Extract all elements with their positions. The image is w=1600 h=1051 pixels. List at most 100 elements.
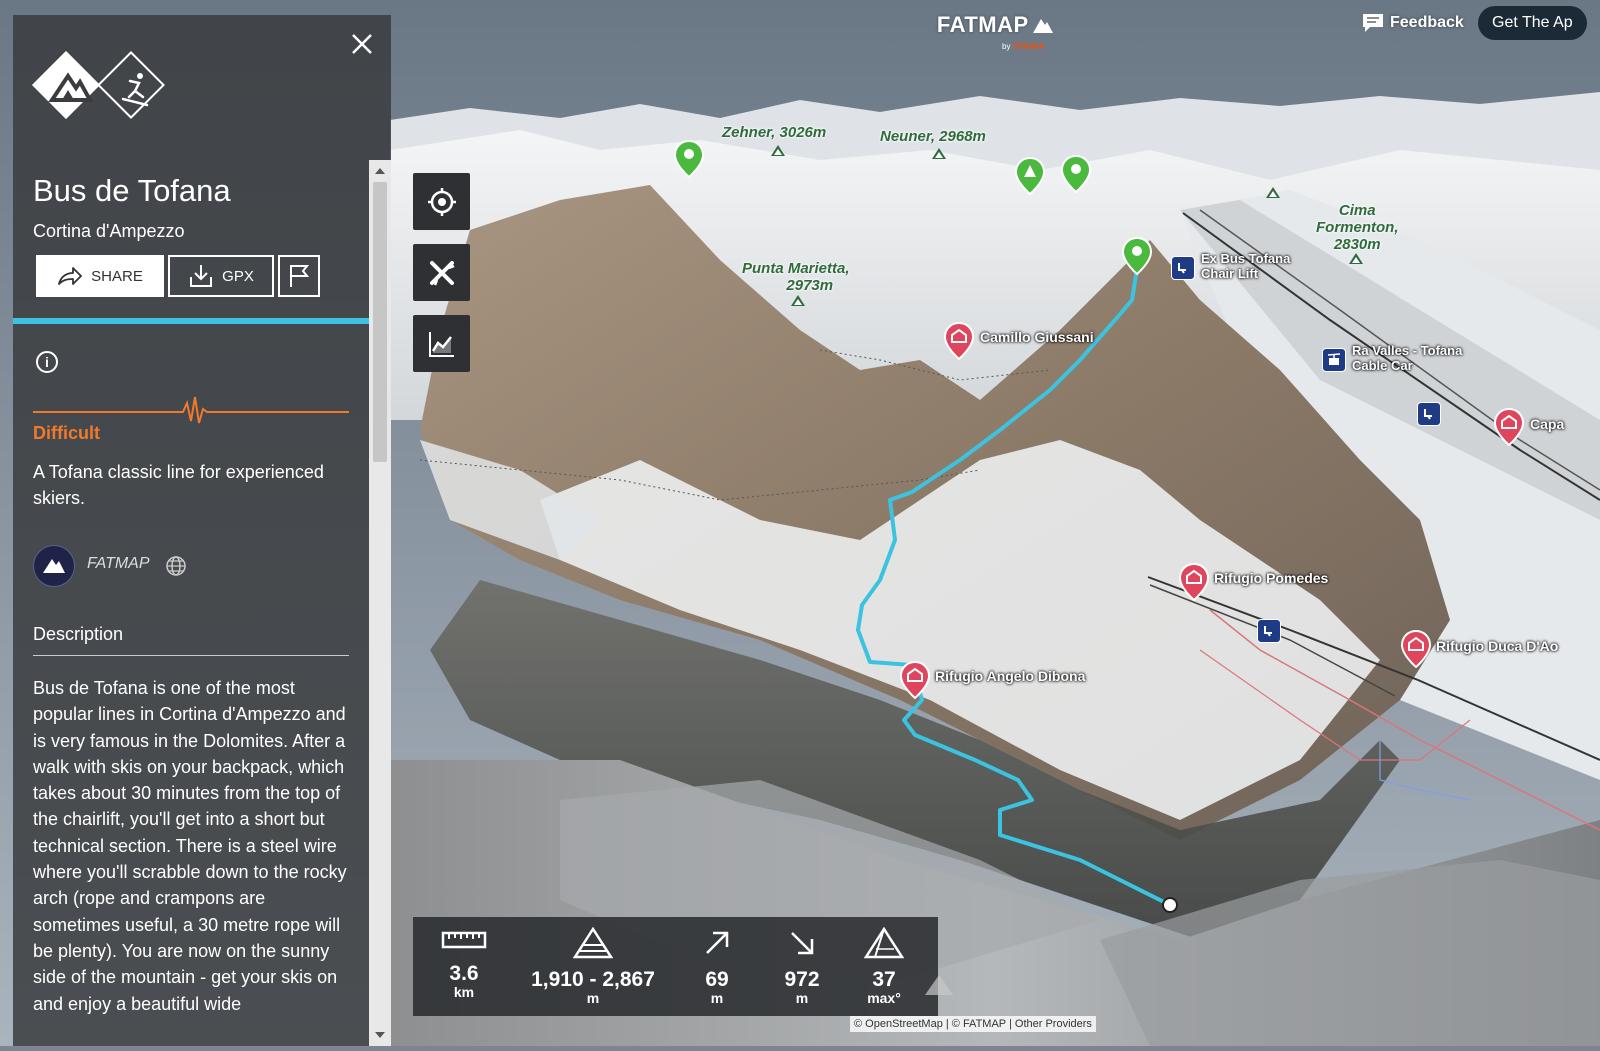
- hut-label-rifugio-pomedes: Rifugio Pomedes: [1214, 570, 1329, 586]
- ascent-arrow-icon: [706, 931, 729, 954]
- stat-ascent: 69 m: [692, 927, 742, 1006]
- peak-icon: [1266, 187, 1280, 198]
- lift-label-ex-bus-tofana: Ex Bus Tofana Chair Lift: [1201, 251, 1290, 281]
- hut-pin-icon[interactable]: [900, 661, 930, 699]
- elevation-profile-button[interactable]: [413, 315, 470, 372]
- peak-label-zehner: Zehner, 3026m: [722, 124, 827, 141]
- stat-elevation-range: 1,910 - 2,867 m: [523, 926, 663, 1006]
- stat-distance: 3.6 km: [439, 927, 489, 1000]
- viewpoint-pin-icon[interactable]: [1122, 237, 1152, 275]
- chairlift-icon[interactable]: [1257, 619, 1281, 643]
- crosshair-icon: [427, 187, 456, 216]
- peak-icon: [791, 295, 805, 306]
- cablecar-icon[interactable]: [1322, 348, 1346, 372]
- slope-angle-icon: [863, 926, 905, 959]
- scroll-up-icon[interactable]: [375, 168, 385, 174]
- route-title: Bus de Tofana: [33, 173, 231, 208]
- peak-label-line: 2830m: [1333, 236, 1381, 253]
- info-icon[interactable]: i: [36, 351, 58, 373]
- stat-descent: 972 m: [777, 927, 827, 1006]
- brand-parent: STRAVA: [1012, 42, 1045, 51]
- brand-name: FATMAP: [936, 12, 1029, 37]
- viewpoint-pin-icon[interactable]: [1061, 155, 1091, 193]
- description-divider: [33, 655, 349, 656]
- peak-label-line: Cima: [1338, 202, 1376, 219]
- scroll-thumb[interactable]: [373, 182, 387, 462]
- ascent-value: 69: [705, 968, 729, 991]
- route-summary: A Tofana classic line for experienced sk…: [33, 462, 324, 508]
- peak-icon: [771, 145, 785, 156]
- difficulty-label: Difficult: [33, 423, 100, 443]
- hut-label-rifugio-angelo-dibona: Rifugio Angelo Dibona: [935, 668, 1086, 684]
- peak-label-line: Punta Marietta,: [742, 260, 850, 277]
- peak-icon: [1349, 253, 1363, 264]
- share-button[interactable]: SHARE: [36, 255, 164, 297]
- peak-label-neuner: Neuner, 2968m: [880, 128, 986, 145]
- mountain-range-icon: [572, 926, 614, 959]
- share-icon: [58, 267, 83, 285]
- stat-max-slope: 37 max°: [859, 926, 909, 1006]
- chairlift-icon[interactable]: [1171, 256, 1195, 280]
- author-avatar[interactable]: [33, 545, 75, 587]
- ascent-unit: m: [710, 990, 724, 1006]
- route-stats-bar: 3.6 km 1,910 - 2,867 m 69 m 972 m 37 max…: [413, 917, 938, 1016]
- hut-pin-icon[interactable]: [1401, 630, 1431, 668]
- descent-value: 972: [784, 968, 820, 991]
- flyover-button[interactable]: [413, 244, 470, 301]
- lift-label-ra-valles: Ra Valles - Tofana Cable Car: [1352, 343, 1462, 373]
- hut-label-capa: Capa: [1530, 416, 1565, 432]
- mountain-logo-icon: [1033, 19, 1054, 33]
- lift-label-line: Ra Valles - Tofana: [1352, 343, 1463, 358]
- author-name[interactable]: FATMAP: [87, 555, 150, 573]
- brand-by-strava: by STRAVA: [1002, 42, 1044, 51]
- lift-label-line: Cable Car: [1352, 358, 1413, 373]
- lift-label-line: Ex Bus Tofana: [1201, 251, 1291, 266]
- chat-bubble-icon: [1363, 14, 1383, 32]
- feedback-label: Feedback: [1390, 14, 1464, 31]
- gpx-label: GPX: [222, 267, 254, 285]
- hut-pin-icon[interactable]: [1494, 408, 1524, 446]
- max-slope-value: 37: [872, 968, 896, 991]
- feedback-button[interactable]: Feedback: [1362, 12, 1464, 34]
- scroll-down-icon[interactable]: [375, 1032, 385, 1038]
- ruler-icon: [441, 931, 487, 949]
- peak-label-line: Formenton,: [1316, 219, 1399, 236]
- descent-unit: m: [795, 990, 809, 1006]
- close-icon[interactable]: [349, 31, 375, 57]
- distance-unit: km: [453, 984, 475, 1000]
- brand-by: by: [1002, 42, 1011, 51]
- hut-label-rifugio-duca: Rifugio Duca D'Ao: [1436, 638, 1559, 654]
- plane-icon: [429, 260, 454, 285]
- share-label: SHARE: [91, 267, 143, 285]
- chart-line-icon: [428, 331, 454, 357]
- report-flag-button[interactable]: [278, 255, 320, 297]
- elevation-range-value: 1,910 - 2,867: [531, 968, 655, 991]
- panel-accent-bar: [13, 318, 369, 324]
- elevation-range-unit: m: [586, 990, 600, 1006]
- peak-label-line: 2973m: [786, 277, 834, 294]
- peak-label-cima-formenton: Cima Formenton, 2830m: [1316, 202, 1399, 253]
- globe-icon[interactable]: [165, 555, 187, 577]
- max-slope-unit: max°: [867, 990, 901, 1006]
- stats-expand-icon[interactable]: [925, 975, 953, 995]
- hut-pin-icon[interactable]: [944, 322, 974, 360]
- chairlift-icon[interactable]: [1417, 402, 1441, 426]
- hut-pin-icon[interactable]: [1179, 563, 1209, 601]
- distance-value: 3.6: [449, 962, 479, 985]
- fatmap-logo[interactable]: FATMAP by STRAVA: [930, 12, 1060, 52]
- mountain-icon: [48, 72, 93, 102]
- map-attribution[interactable]: © OpenStreetMap | © FATMAP | Other Provi…: [850, 1016, 1096, 1032]
- fatmap-mountain-icon: [43, 559, 65, 573]
- viewpoint-pin-icon[interactable]: [674, 140, 704, 178]
- panel-scrollbar[interactable]: [369, 160, 391, 1046]
- peak-icon: [932, 148, 946, 159]
- peak-label-punta-marietta: Punta Marietta, 2973m: [742, 260, 850, 294]
- description-body: Bus de Tofana is one of the most popular…: [33, 678, 347, 1014]
- route-detail-panel: Bus de Tofana Cortina d'Ampezzo SHARE GP…: [13, 15, 391, 1046]
- descent-arrow-icon: [791, 932, 814, 955]
- gpx-download-button[interactable]: GPX: [168, 255, 274, 297]
- viewpoint-pin-icon[interactable]: [1015, 157, 1045, 195]
- flag-icon: [290, 265, 310, 287]
- locate-button[interactable]: [413, 173, 470, 230]
- get-the-app-button[interactable]: Get The Ap: [1478, 6, 1587, 40]
